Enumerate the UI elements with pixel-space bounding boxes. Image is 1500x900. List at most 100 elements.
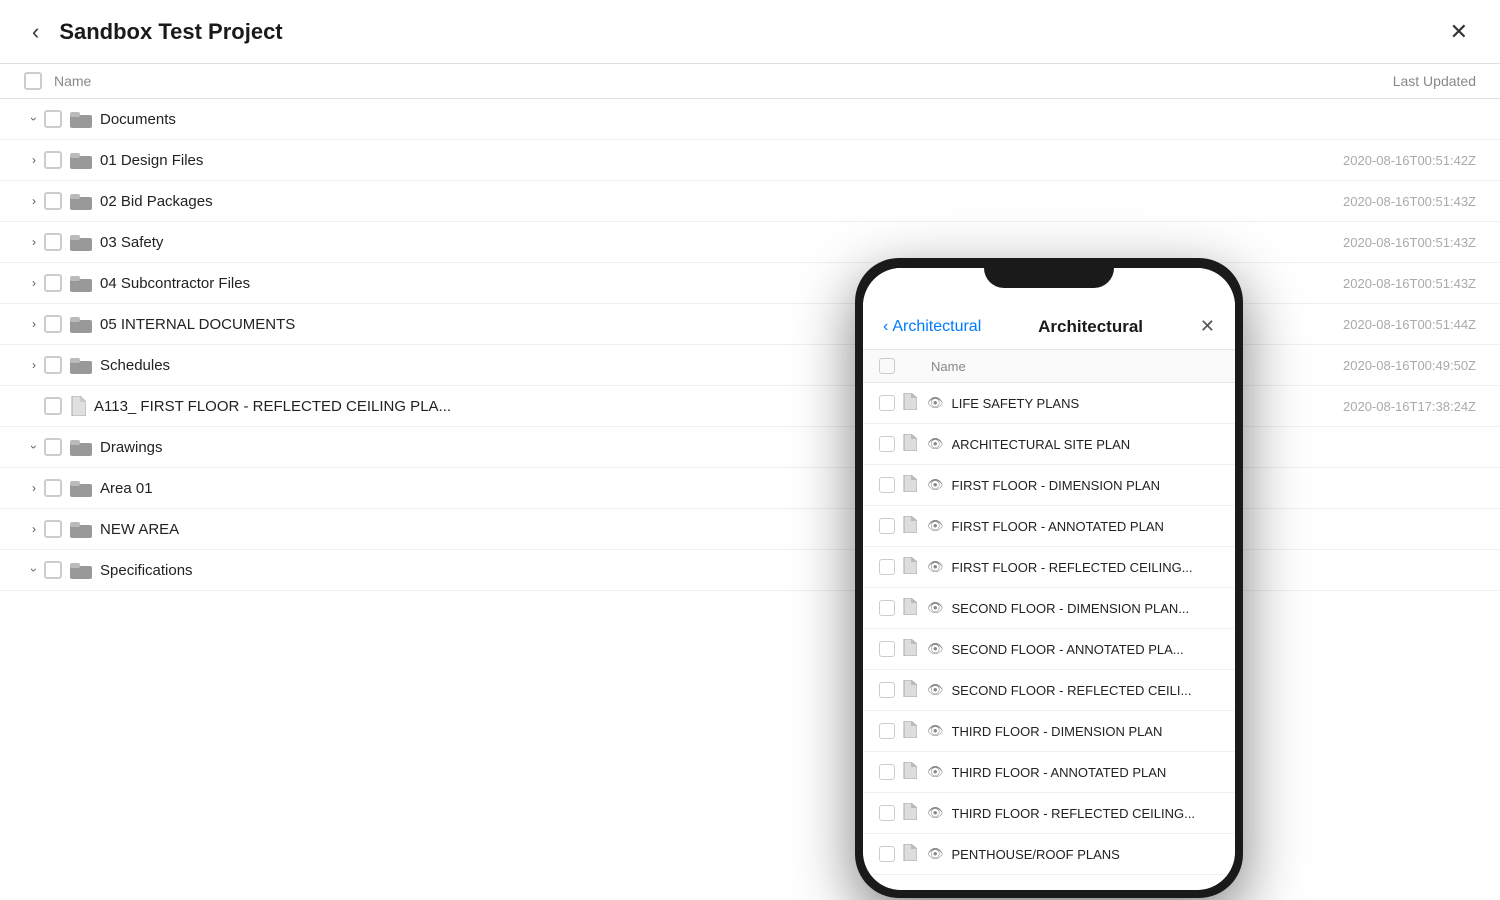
eye-icon: 👁 bbox=[927, 518, 944, 534]
list-item[interactable]: 👁 FIRST FLOOR - ANNOTATED PLAN bbox=[863, 506, 1235, 547]
list-item[interactable]: 👁 PENTHOUSE/ROOF PLANS bbox=[863, 834, 1235, 875]
tree-row[interactable]: Drawings bbox=[0, 427, 1500, 468]
phone-checkbox[interactable] bbox=[879, 764, 895, 780]
checkbox[interactable] bbox=[44, 520, 62, 538]
phone-select-all-checkbox[interactable] bbox=[879, 358, 895, 374]
phone-checkbox[interactable] bbox=[879, 641, 895, 657]
list-item[interactable]: 👁 THIRD FLOOR - ANNOTATED PLAN bbox=[863, 752, 1235, 793]
file-icon bbox=[903, 434, 919, 454]
phone-checkbox[interactable] bbox=[879, 846, 895, 862]
phone-checkbox[interactable] bbox=[879, 395, 895, 411]
list-item[interactable]: 👁 THIRD FLOOR - REFLECTED CEILING... bbox=[863, 793, 1235, 834]
tree-row[interactable]: A113_ FIRST FLOOR - REFLECTED CEILING PL… bbox=[0, 386, 1500, 427]
phone-file-list[interactable]: 👁 LIFE SAFETY PLANS 👁 ARCHITECTURAL SITE… bbox=[863, 383, 1235, 890]
checkbox[interactable] bbox=[44, 356, 62, 374]
tree-row[interactable]: 03 Safety 2020-08-16T00:51:43Z bbox=[0, 222, 1500, 263]
chevron-right-icon bbox=[24, 273, 44, 293]
phone-notch bbox=[984, 258, 1114, 288]
file-icon bbox=[903, 762, 919, 782]
phone-col-name-label: Name bbox=[931, 359, 966, 374]
list-item[interactable]: 👁 THIRD FLOOR - DIMENSION PLAN bbox=[863, 711, 1235, 752]
row-name: FIRST FLOOR - ANNOTATED PLAN bbox=[952, 519, 1219, 534]
eye-icon: 👁 bbox=[927, 641, 944, 657]
back-button[interactable]: ‹ bbox=[24, 15, 47, 49]
row-date: 2020-08-16T00:51:43Z bbox=[1343, 194, 1476, 209]
list-item[interactable]: 👁 SECOND FLOOR - REFLECTED CEILI... bbox=[863, 670, 1235, 711]
select-all-checkbox[interactable] bbox=[24, 72, 42, 90]
file-icon bbox=[903, 598, 919, 618]
chevron-down-icon bbox=[24, 109, 44, 129]
folder-icon bbox=[70, 479, 92, 497]
close-button[interactable]: ✕ bbox=[1442, 15, 1476, 49]
phone-back-button[interactable]: ‹ Architectural bbox=[883, 318, 981, 336]
list-item[interactable]: 👁 SECOND FLOOR - DIMENSION PLAN... bbox=[863, 588, 1235, 629]
list-item[interactable]: 👁 FIRST FLOOR - DIMENSION PLAN bbox=[863, 465, 1235, 506]
file-icon bbox=[70, 396, 86, 416]
folder-icon bbox=[70, 438, 92, 456]
list-item[interactable]: 👁 SECOND FLOOR - ANNOTATED PLA... bbox=[863, 629, 1235, 670]
phone-close-button[interactable]: ✕ bbox=[1200, 316, 1215, 337]
chevron-right-icon bbox=[24, 314, 44, 334]
tree-row[interactable]: Specifications bbox=[0, 550, 1500, 591]
col-last-updated-label: Last Updated bbox=[1393, 73, 1476, 89]
list-item[interactable]: 👁 LIFE SAFETY PLANS bbox=[863, 383, 1235, 424]
list-item[interactable]: 👁 ARCHITECTURAL SITE PLAN bbox=[863, 424, 1235, 465]
checkbox[interactable] bbox=[44, 233, 62, 251]
tree-row[interactable]: Schedules 2020-08-16T00:49:50Z bbox=[0, 345, 1500, 386]
chevron-right-icon bbox=[24, 355, 44, 375]
list-item[interactable]: 👁 FIRST FLOOR - REFLECTED CEILING... bbox=[863, 547, 1235, 588]
phone-content: ‹ Architectural Architectural ✕ Name bbox=[863, 268, 1235, 890]
folder-icon bbox=[70, 110, 92, 128]
checkbox[interactable] bbox=[44, 110, 62, 128]
phone-checkbox[interactable] bbox=[879, 518, 895, 534]
phone-checkbox[interactable] bbox=[879, 600, 895, 616]
phone-back-chevron: ‹ bbox=[883, 318, 888, 336]
file-icon bbox=[903, 516, 919, 536]
folder-icon bbox=[70, 315, 92, 333]
phone-checkbox[interactable] bbox=[879, 805, 895, 821]
file-icon bbox=[903, 393, 919, 413]
tree-row[interactable]: Area 01 bbox=[0, 468, 1500, 509]
phone-checkbox[interactable] bbox=[879, 682, 895, 698]
row-date: 2020-08-16T00:51:43Z bbox=[1343, 235, 1476, 250]
phone-col-headers: Name bbox=[863, 350, 1235, 383]
row-date: 2020-08-16T00:51:43Z bbox=[1343, 276, 1476, 291]
row-name: ARCHITECTURAL SITE PLAN bbox=[952, 437, 1219, 452]
checkbox[interactable] bbox=[44, 274, 62, 292]
column-headers: Name Last Updated bbox=[0, 64, 1500, 99]
file-icon bbox=[903, 844, 919, 864]
header-left: ‹ Sandbox Test Project bbox=[24, 15, 283, 49]
checkbox[interactable] bbox=[44, 151, 62, 169]
checkbox[interactable] bbox=[44, 192, 62, 210]
phone-checkbox[interactable] bbox=[879, 723, 895, 739]
checkbox[interactable] bbox=[44, 315, 62, 333]
tree-row[interactable]: 01 Design Files 2020-08-16T00:51:42Z bbox=[0, 140, 1500, 181]
row-date: 2020-08-16T00:49:50Z bbox=[1343, 358, 1476, 373]
eye-icon: 👁 bbox=[927, 477, 944, 493]
row-name: Drawings bbox=[100, 439, 1476, 456]
tree-row[interactable]: 02 Bid Packages 2020-08-16T00:51:43Z bbox=[0, 181, 1500, 222]
chevron-down-icon bbox=[24, 560, 44, 580]
tree-row[interactable]: 05 INTERNAL DOCUMENTS 2020-08-16T00:51:4… bbox=[0, 304, 1500, 345]
row-name: NEW AREA bbox=[100, 521, 1476, 538]
tree-row[interactable]: Documents bbox=[0, 99, 1500, 140]
folder-icon bbox=[70, 274, 92, 292]
chevron-down-icon bbox=[24, 437, 44, 457]
checkbox[interactable] bbox=[44, 397, 62, 415]
phone-checkbox[interactable] bbox=[879, 559, 895, 575]
phone-back-label: Architectural bbox=[892, 318, 981, 336]
file-list: Documents 01 Design Files 2020-08-16T00:… bbox=[0, 99, 1500, 889]
eye-icon: 👁 bbox=[927, 805, 944, 821]
eye-icon: 👁 bbox=[927, 395, 944, 411]
row-date: 2020-08-16T00:51:44Z bbox=[1343, 317, 1476, 332]
checkbox[interactable] bbox=[44, 561, 62, 579]
phone-checkbox[interactable] bbox=[879, 436, 895, 452]
tree-row[interactable]: 04 Subcontractor Files 2020-08-16T00:51:… bbox=[0, 263, 1500, 304]
checkbox[interactable] bbox=[44, 438, 62, 456]
page-title: Sandbox Test Project bbox=[59, 19, 282, 45]
row-name: 03 Safety bbox=[100, 234, 1343, 251]
tree-row[interactable]: NEW AREA bbox=[0, 509, 1500, 550]
phone-checkbox[interactable] bbox=[879, 477, 895, 493]
col-name-label: Name bbox=[54, 73, 91, 89]
checkbox[interactable] bbox=[44, 479, 62, 497]
